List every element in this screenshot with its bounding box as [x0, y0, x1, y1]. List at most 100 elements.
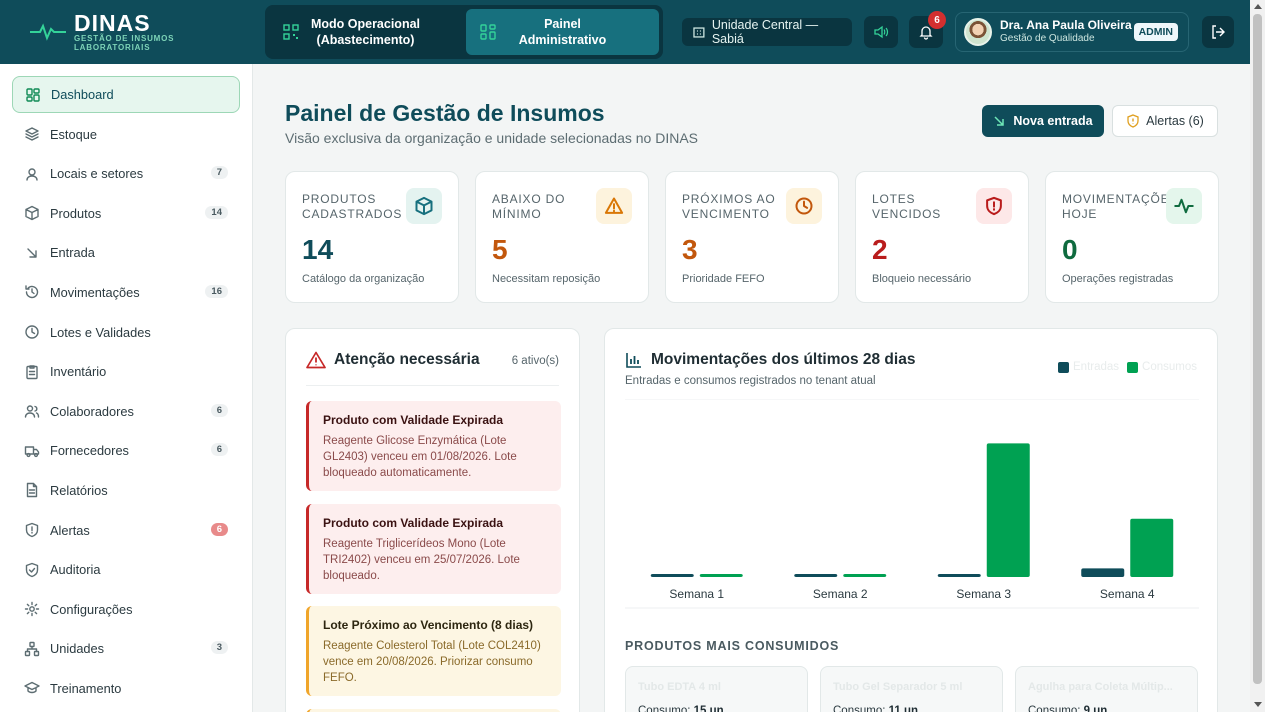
- sidebar-item-auditoria[interactable]: Auditoria: [12, 551, 240, 588]
- kpi-label: Movimentações hoje: [1062, 192, 1179, 221]
- chart-subtitle: Entradas e consumos registrados no tenan…: [625, 375, 876, 387]
- alert-item[interactable]: Produto com Validade Expirada Reagente Tr…: [306, 504, 561, 594]
- user-role: Gestão de Qualidade: [1000, 33, 1095, 44]
- chart-title: Movimentações dos últimos 28 dias: [651, 351, 916, 368]
- kpi-icon-box: [406, 188, 442, 224]
- sidebar-item-label: Unidades: [50, 641, 105, 657]
- legend-item: Entradas: [1058, 361, 1119, 373]
- alert-description: Reagente Triglicerídeos Mono (Lote TRI24…: [323, 538, 520, 582]
- sidebar-item-entrada[interactable]: Entrada: [12, 234, 240, 271]
- top-product-card[interactable]: Agulha para Coleta Múltip... Consumo: 9 u…: [1015, 666, 1198, 712]
- product-consumption: Consumo: 15 un: [638, 705, 724, 712]
- notifications-button[interactable]: 6: [909, 11, 946, 48]
- top-product-card[interactable]: Tubo Gel Separador 5 ml Consumo: 11 un: [820, 666, 1003, 712]
- kpi-card[interactable]: Abaixo do mínimo 5 Necessitam reposição: [475, 171, 649, 303]
- mode-operational-button[interactable]: Modo Operacional (Abastecimento): [269, 9, 462, 55]
- bar-entradas-3[interactable]: [937, 574, 981, 577]
- scroll-down-icon[interactable]: [1254, 702, 1262, 707]
- shield-alert-icon: [25, 522, 39, 538]
- sidebar-item-inventário[interactable]: Inventário: [12, 353, 240, 390]
- alert-item[interactable]: Lote Próximo ao Vencimento (8 dias) Reage…: [306, 606, 561, 696]
- kpi-card[interactable]: Movimentações hoje 0 Operações registradas: [1045, 171, 1219, 303]
- app-subtitle-1: GESTÃO DE INSUMOS: [74, 34, 175, 43]
- scroll-thumb[interactable]: [1253, 14, 1262, 684]
- x-tick-label: Semana 2: [813, 587, 868, 601]
- kpi-icon-box: [1166, 188, 1202, 224]
- bar-consumos-4[interactable]: [1130, 518, 1174, 577]
- gear-icon: [24, 602, 40, 617]
- sidebar-item-dashboard[interactable]: Dashboard: [12, 76, 240, 113]
- bar-entradas-2[interactable]: [794, 574, 838, 577]
- kpi-icon-box: [596, 188, 632, 224]
- bar-consumos-3[interactable]: [986, 443, 1030, 577]
- user-name: Dra. Ana Paula Oliveira: [1000, 18, 1132, 32]
- consumption-label: Consumo:: [833, 705, 886, 712]
- mode-operational-label: Modo Operacional (Abastecimento): [310, 17, 421, 47]
- bar-chart-icon: [626, 353, 641, 368]
- kpi-card[interactable]: Próximos ao vencimento 3 Prioridade FEFO: [665, 171, 839, 303]
- layers-icon: [25, 127, 39, 141]
- sidebar-item-estoque[interactable]: Estoque: [12, 116, 240, 153]
- sidebar-item-label: Lotes e Validades: [50, 324, 151, 340]
- app-name: DINAS: [74, 10, 151, 36]
- top-product-card[interactable]: Tubo EDTA 4 ml Consumo: 15 un: [625, 666, 808, 712]
- sidebar-item-count: 6: [210, 443, 228, 457]
- warning-triangle-icon: [604, 197, 624, 214]
- alert-item[interactable]: Produto com Validade Expirada Reagente Gl…: [306, 401, 561, 491]
- top-products-list: Tubo EDTA 4 ml Consumo: 15 un Tubo Gel Sep…: [625, 666, 1198, 712]
- network-icon: [24, 641, 40, 657]
- scroll-up-icon[interactable]: [1254, 4, 1262, 9]
- clipboard-icon: [26, 364, 38, 379]
- sidebar-item-locais-e-setores[interactable]: Locais e setores 7: [12, 155, 240, 192]
- sidebar-item-label: Colaboradores: [50, 403, 134, 419]
- user-menu[interactable]: Dra. Ana Paula Oliveira Gestão de Qualid…: [955, 12, 1189, 52]
- top-bar: DINAS GESTÃO DE INSUMOS LABORATORIAIS Mo…: [0, 0, 1250, 64]
- app-logo[interactable]: DINAS GESTÃO DE INSUMOS LABORATORIAIS: [30, 12, 174, 52]
- sidebar-item-label: Treinamento: [50, 680, 122, 696]
- bar-entradas-1[interactable]: [650, 574, 694, 577]
- sidebar-item-produtos[interactable]: Produtos 14: [12, 195, 240, 232]
- sidebar-item-label: Auditoria: [50, 562, 101, 578]
- kpi-label: Lotes vencidos: [872, 192, 942, 221]
- page-scrollbar[interactable]: [1250, 0, 1265, 712]
- sidebar-item-movimentações[interactable]: Movimentações 16: [12, 274, 240, 311]
- x-tick-label: Semana 1: [669, 587, 724, 601]
- alerts-button[interactable]: Alertas (6): [1112, 105, 1218, 137]
- sidebar-item-count: 7: [210, 166, 228, 180]
- sidebar-item-unidades[interactable]: Unidades 3: [12, 630, 240, 667]
- mode-admin-button[interactable]: Painel Administrativo: [466, 9, 659, 55]
- sidebar-item-label: Alertas: [50, 522, 90, 538]
- volume-icon: [874, 25, 889, 39]
- alert-title: Produto com Validade Expirada: [323, 413, 504, 427]
- sidebar-item-configurações[interactable]: Configurações: [12, 591, 240, 628]
- unit-selector[interactable]: Unidade Central — Sabiá: [682, 18, 852, 46]
- avatar: [964, 18, 992, 46]
- bar-entradas-4[interactable]: [1081, 568, 1125, 577]
- sidebar-item-alertas[interactable]: Alertas 6: [12, 512, 240, 549]
- kpi-description: Bloqueio necessário: [872, 273, 972, 285]
- bar-consumos-2[interactable]: [843, 574, 887, 577]
- kpi-card[interactable]: Produtos cadastrados 14 Catálogo da organi…: [285, 171, 459, 303]
- sidebar-item-relatórios[interactable]: Relatórios: [12, 472, 240, 509]
- sidebar-item-colaboradores[interactable]: Colaboradores 6: [12, 393, 240, 430]
- sidebar: Dashboard Estoque Locais e setores 7 Produto…: [0, 64, 253, 712]
- sidebar-item-fornecedores[interactable]: Fornecedores 6: [12, 432, 240, 469]
- page-subtitle: Visão exclusiva da organização e unidade…: [285, 130, 699, 146]
- sidebar-item-treinamento[interactable]: Treinamento: [12, 670, 240, 707]
- sidebar-item-count: 3: [210, 641, 228, 655]
- sidebar-item-lotes-e-validades[interactable]: Lotes e Validades: [12, 314, 240, 351]
- sidebar-item-label: Inventário: [50, 364, 107, 380]
- sound-toggle-button[interactable]: [864, 16, 898, 48]
- users-icon: [24, 405, 40, 418]
- history-icon: [25, 285, 39, 299]
- top-products-title: PRODUTOS MAIS CONSUMIDOS: [625, 639, 840, 653]
- logout-button[interactable]: [1202, 16, 1234, 48]
- clock-icon: [795, 197, 813, 215]
- kpi-value: 5: [492, 234, 508, 265]
- graduation-cap-icon: [24, 682, 40, 694]
- kpi-card[interactable]: Lotes vencidos 2 Bloqueio necessário: [855, 171, 1029, 303]
- bar-consumos-1[interactable]: [699, 574, 743, 577]
- new-entry-button[interactable]: Nova entrada: [982, 105, 1104, 137]
- legend-label: Entradas: [1073, 361, 1120, 373]
- product-consumption: Consumo: 9 un: [1028, 705, 1107, 712]
